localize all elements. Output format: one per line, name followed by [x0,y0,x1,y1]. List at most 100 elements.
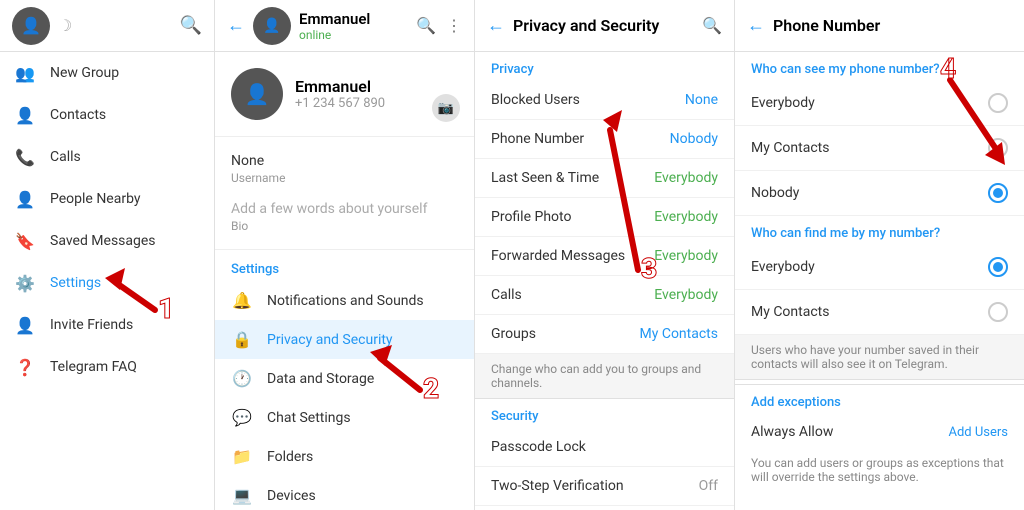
who-see-title: Who can see my phone number? [735,52,1024,81]
people-nearby-icon: 👤 [14,188,36,210]
account-fields: None Username Add a few words about your… [215,137,474,250]
phone-number-value: Nobody [670,131,718,147]
settings-item-chat[interactable]: 💬 Chat Settings [215,398,474,437]
calls-item[interactable]: Calls Everybody [475,276,734,315]
always-allow-label: Always Allow [751,424,833,440]
user-status: online [299,28,408,42]
sidebar-label-contacts: Contacts [50,107,106,123]
chat-settings-icon: 💬 [231,408,253,427]
see-my-contacts-radio[interactable] [988,138,1008,158]
find-my-contacts-radio[interactable] [988,302,1008,322]
forwarded-messages-item[interactable]: Forwarded Messages Everybody [475,237,734,276]
back-button[interactable]: ← [227,15,245,36]
find-my-contacts-item[interactable]: My Contacts [735,290,1024,335]
username-value: None [231,153,458,169]
see-nobody-radio[interactable] [988,183,1008,203]
sidebar-item-contacts[interactable]: 👤 Contacts [0,94,214,136]
groups-item[interactable]: Groups My Contacts [475,315,734,354]
calls-value: Everybody [654,287,718,303]
account-name: Emmanuel [295,77,458,96]
find-everybody-item[interactable]: Everybody [735,245,1024,290]
security-section-label: Security [475,399,734,428]
who-find-title: Who can find me by my number? [735,216,1024,245]
avatar[interactable]: 👤 [12,7,50,45]
settings-section-title: Settings [215,250,474,281]
privacy-body: Privacy Blocked Users None Phone Number … [475,52,734,510]
settings-body: 👤 Emmanuel +1 234 567 890 📷 None Usernam… [215,52,474,510]
calls-label: Calls [491,287,522,303]
last-seen-value: Everybody [654,170,718,186]
bio-placeholder: Add a few words about yourself [231,201,458,217]
sidebar-label-saved-messages: Saved Messages [50,233,156,249]
camera-button[interactable]: 📷 [432,94,460,122]
data-label: Data and Storage [267,371,374,387]
groups-label: Groups [491,326,536,342]
username-label: Username [231,171,458,185]
phone-number-panel: ← Phone Number Who can see my phone numb… [735,0,1024,510]
phone-title: Phone Number [773,16,1012,35]
see-everybody-radio[interactable] [988,93,1008,113]
blocked-users-label: Blocked Users [491,92,580,108]
find-my-contacts-label: My Contacts [751,304,829,320]
settings-panel: ← 👤 Emmanuel online 🔍 ⋮ 👤 Emmanuel +1 23… [215,0,475,510]
two-step-label: Two-Step Verification [491,478,624,494]
bio-label: Bio [231,219,458,233]
forwarded-messages-label: Forwarded Messages [491,248,625,264]
phone-back-button[interactable]: ← [747,15,765,36]
chat-settings-label: Chat Settings [267,410,351,426]
settings-item-data[interactable]: 🕐 Data and Storage [215,359,474,398]
search-chat-icon[interactable]: 🔍 [416,16,436,35]
sidebar-item-new-group[interactable]: 👥 New Group [0,52,214,94]
night-mode-icon[interactable]: ☽ [58,16,72,35]
sidebar-search-icon[interactable]: 🔍 [180,15,202,36]
username-field[interactable]: None Username [215,145,474,193]
phone-body: Who can see my phone number? Everybody M… [735,52,1024,510]
sidebar-item-invite-friends[interactable]: 👤 Invite Friends [0,304,214,346]
phone-number-item[interactable]: Phone Number Nobody [475,120,734,159]
account-section: 👤 Emmanuel +1 234 567 890 📷 [215,52,474,137]
passcode-label: Passcode Lock [491,439,586,455]
add-users-link[interactable]: Add Users [948,425,1008,440]
sidebar-item-saved-messages[interactable]: 🔖 Saved Messages [0,220,214,262]
devices-icon: 💻 [231,486,253,505]
exceptions-note: You can add users or groups as exception… [735,450,1024,494]
settings-icon: ⚙️ [14,272,36,294]
privacy-title: Privacy and Security [513,16,694,35]
privacy-panel: ← Privacy and Security 🔍 Privacy Blocked… [475,0,735,510]
sidebar-label-invite-friends: Invite Friends [50,317,133,333]
sidebar-label-people-nearby: People Nearby [50,191,141,207]
profile-photo-item[interactable]: Profile Photo Everybody [475,198,734,237]
sidebar-item-people-nearby[interactable]: 👤 People Nearby [0,178,214,220]
devices-label: Devices [267,488,316,504]
bio-field[interactable]: Add a few words about yourself Bio [215,193,474,241]
settings-item-devices[interactable]: 💻 Devices [215,476,474,510]
sidebar-item-settings[interactable]: ⚙️ Settings [0,262,214,304]
sidebar-label-calls: Calls [50,149,81,165]
sidebar-items-list: 👥 New Group 👤 Contacts 📞 Calls 👤 People … [0,52,214,510]
sidebar-item-telegram-faq[interactable]: ❓ Telegram FAQ [0,346,214,388]
two-step-item[interactable]: Two-Step Verification Off [475,467,734,506]
see-my-contacts-label: My Contacts [751,140,829,156]
privacy-search-icon[interactable]: 🔍 [702,16,722,35]
privacy-back-button[interactable]: ← [487,15,505,36]
notifications-icon: 🔔 [231,291,253,310]
more-options-icon[interactable]: ⋮ [446,16,462,35]
sidebar-item-calls[interactable]: 📞 Calls [0,136,214,178]
active-sessions-item[interactable]: Active Sessions [475,506,734,510]
passcode-item[interactable]: Passcode Lock [475,428,734,467]
see-my-contacts-item[interactable]: My Contacts [735,126,1024,171]
find-everybody-radio[interactable] [988,257,1008,277]
always-allow-row: Always Allow Add Users [735,414,1024,450]
settings-item-notifications[interactable]: 🔔 Notifications and Sounds [215,281,474,320]
saved-messages-icon: 🔖 [14,230,36,252]
groups-tooltip: Change who can add you to groups and cha… [475,354,734,399]
settings-item-privacy[interactable]: 🔒 Privacy and Security [215,320,474,359]
see-nobody-item[interactable]: Nobody [735,171,1024,216]
sidebar-header: 👤 ☽ 🔍 [0,0,214,52]
settings-item-folders[interactable]: 📁 Folders [215,437,474,476]
blocked-users-value: None [685,92,718,108]
exceptions-section: Add exceptions Always Allow Add Users Yo… [735,384,1024,494]
last-seen-item[interactable]: Last Seen & Time Everybody [475,159,734,198]
blocked-users-item[interactable]: Blocked Users None [475,81,734,120]
see-everybody-item[interactable]: Everybody [735,81,1024,126]
